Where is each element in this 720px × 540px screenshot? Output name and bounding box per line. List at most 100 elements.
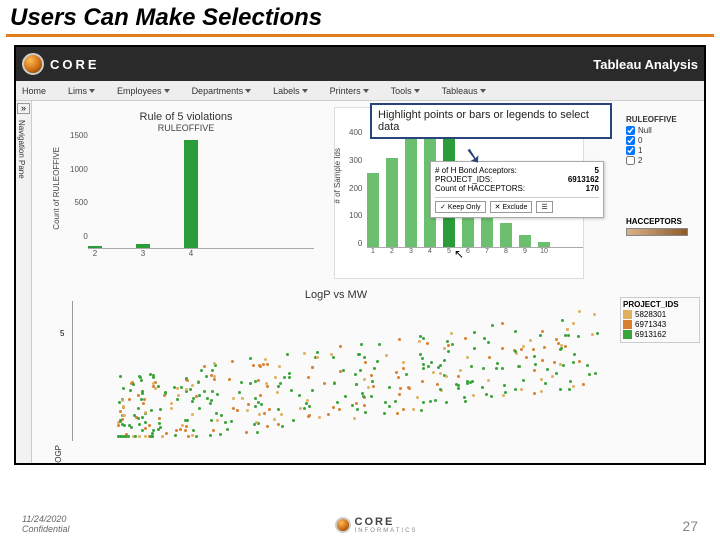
scatter-point[interactable] — [421, 380, 424, 383]
scatter-point[interactable] — [501, 322, 504, 325]
scatter-point[interactable] — [259, 394, 262, 397]
scatter-point[interactable] — [443, 359, 446, 362]
checkbox[interactable] — [626, 146, 635, 155]
scatter-point[interactable] — [311, 389, 314, 392]
scatter-point[interactable] — [254, 397, 257, 400]
scatter-point[interactable] — [137, 394, 140, 397]
scatter-point[interactable] — [534, 363, 537, 366]
scatter-point[interactable] — [338, 408, 341, 411]
scatter-point[interactable] — [152, 385, 155, 388]
scatter-point[interactable] — [457, 387, 460, 390]
scatter-point[interactable] — [483, 337, 486, 340]
scatter-point[interactable] — [439, 388, 442, 391]
scatter-point[interactable] — [568, 388, 571, 391]
scatter-point[interactable] — [514, 330, 517, 333]
scatter-point[interactable] — [419, 353, 422, 356]
scatter-point[interactable] — [220, 414, 223, 417]
scatter-point[interactable] — [332, 406, 335, 409]
scatter-point[interactable] — [371, 380, 374, 383]
scatter-point[interactable] — [141, 416, 144, 419]
scatter-point[interactable] — [278, 365, 281, 368]
checkbox[interactable] — [626, 156, 635, 165]
scatter-point[interactable] — [303, 407, 306, 410]
scatter-point[interactable] — [185, 425, 188, 428]
scatter-point[interactable] — [572, 361, 575, 364]
scatter-point[interactable] — [367, 386, 370, 389]
scatter-point[interactable] — [564, 345, 567, 348]
scatter-point[interactable] — [175, 429, 178, 432]
scatter-point[interactable] — [198, 407, 201, 410]
scatter-point[interactable] — [277, 423, 280, 426]
scatter-point[interactable] — [488, 356, 491, 359]
scatter-point[interactable] — [418, 340, 421, 343]
scatter-point[interactable] — [191, 384, 194, 387]
scatter-point[interactable] — [253, 423, 256, 426]
scatter-point[interactable] — [501, 367, 504, 370]
scatter-point[interactable] — [422, 337, 425, 340]
scatter-point[interactable] — [318, 416, 321, 419]
bar[interactable] — [386, 158, 398, 247]
scatter-point[interactable] — [451, 343, 454, 346]
scatter-point[interactable] — [473, 347, 476, 350]
scatter-point[interactable] — [541, 330, 544, 333]
scatter-point[interactable] — [249, 357, 252, 360]
scatter-point[interactable] — [432, 371, 435, 374]
scatter-point[interactable] — [487, 379, 490, 382]
scatter-point[interactable] — [540, 390, 543, 393]
scatter-point[interactable] — [416, 396, 419, 399]
scatter-point[interactable] — [450, 332, 453, 335]
scatter-point[interactable] — [276, 391, 279, 394]
scatter-point[interactable] — [470, 365, 473, 368]
scatter-point[interactable] — [559, 348, 562, 351]
scatter-point[interactable] — [247, 403, 250, 406]
scatter-point[interactable] — [152, 382, 155, 385]
scatter-point[interactable] — [130, 426, 133, 429]
scatter-point[interactable] — [308, 405, 311, 408]
scatter-point[interactable] — [420, 409, 423, 412]
scatter-point[interactable] — [140, 398, 143, 401]
scatter-point[interactable] — [464, 400, 467, 403]
scatter-point[interactable] — [203, 365, 206, 368]
scatter-point[interactable] — [249, 382, 252, 385]
scatter-point[interactable] — [364, 361, 367, 364]
scatter-point[interactable] — [359, 369, 362, 372]
scatter-point[interactable] — [290, 389, 293, 392]
scatter-point[interactable] — [280, 413, 283, 416]
scatter-point[interactable] — [187, 435, 190, 438]
scatter-point[interactable] — [263, 412, 266, 415]
legend-item[interactable]: 2 — [626, 156, 700, 165]
scatter-point[interactable] — [566, 328, 569, 331]
scatter-point[interactable] — [283, 376, 286, 379]
scatter-point[interactable] — [332, 356, 335, 359]
scatter-point[interactable] — [594, 372, 597, 375]
legend-item[interactable]: 5828301 — [623, 310, 697, 319]
scatter-point[interactable] — [539, 334, 542, 337]
scatter-point[interactable] — [231, 360, 234, 363]
scatter-point[interactable] — [405, 373, 408, 376]
scatter-point[interactable] — [141, 392, 144, 395]
scatter-point[interactable] — [596, 332, 599, 335]
scatter-point[interactable] — [277, 408, 280, 411]
scatter-point[interactable] — [177, 394, 180, 397]
scatter-point[interactable] — [138, 423, 141, 426]
scatter-point[interactable] — [408, 387, 411, 390]
scatter-point[interactable] — [422, 367, 425, 370]
scatter-point[interactable] — [228, 378, 231, 381]
scatter-point[interactable] — [436, 383, 439, 386]
color-scale-bar[interactable] — [626, 228, 688, 236]
scatter-point[interactable] — [533, 355, 536, 358]
scatter-point[interactable] — [191, 400, 194, 403]
scatter-point[interactable] — [240, 381, 243, 384]
scatter-point[interactable] — [445, 401, 448, 404]
scatter-point[interactable] — [455, 383, 458, 386]
scatter-point[interactable] — [211, 369, 214, 372]
scatter-point[interactable] — [439, 364, 442, 367]
scatter-point[interactable] — [364, 411, 367, 414]
bar[interactable] — [367, 173, 379, 247]
scatter-point[interactable] — [569, 380, 572, 383]
scatter-point[interactable] — [394, 400, 397, 403]
scatter-point[interactable] — [274, 376, 277, 379]
scatter-point[interactable] — [472, 394, 475, 397]
exclude-button[interactable]: ✕Exclude — [490, 201, 533, 213]
scatter-point[interactable] — [281, 425, 284, 428]
